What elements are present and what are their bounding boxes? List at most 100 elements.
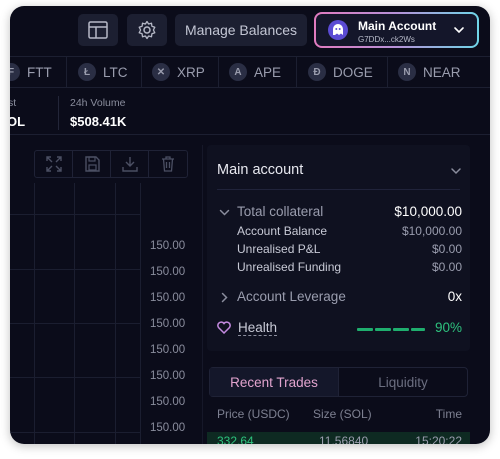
chart-grid-line <box>74 183 75 444</box>
chart-grid-line <box>34 183 35 444</box>
price-axis-label: 150.00 <box>150 266 186 278</box>
download-button[interactable] <box>111 151 150 177</box>
volume-value: $508.41K <box>70 114 127 129</box>
avatar <box>328 20 348 40</box>
ticker-divider <box>66 57 67 87</box>
total-collateral-value: $10,000.00 <box>394 204 462 219</box>
account-leverage-label: Account Leverage <box>237 289 346 304</box>
account-selector-inner: Main Account G7DDx...ck2Ws <box>316 14 477 46</box>
market-stats: st OL 24h Volume $508.41K <box>10 89 490 135</box>
heart-icon <box>217 321 231 334</box>
ticker-ape[interactable]: A APE <box>229 57 281 87</box>
ftt-coin-icon: F <box>10 63 20 81</box>
save-icon <box>84 156 100 172</box>
column-header-time: Time <box>435 407 462 421</box>
price-axis-label: 150.00 <box>150 370 186 382</box>
price-axis-label: 150.00 <box>150 240 186 252</box>
volume-label: 24h Volume <box>70 97 126 109</box>
top-bar: Manage Balances Main Account G7DDx...ck2… <box>10 6 490 54</box>
chart-grid-line <box>10 323 140 324</box>
save-button[interactable] <box>73 151 112 177</box>
price-axis-label: 150.00 <box>150 344 186 356</box>
download-icon <box>121 157 138 172</box>
chevron-down-icon[interactable] <box>450 165 462 177</box>
layout-icon <box>88 21 108 39</box>
ltc-coin-icon: Ł <box>78 63 96 81</box>
health-bar-segment <box>375 328 391 331</box>
account-balance-label: Account Balance <box>237 224 328 238</box>
ticker-ftt[interactable]: F FTT <box>10 57 52 87</box>
ticker-symbol: LTC <box>103 64 128 80</box>
fullscreen-button[interactable] <box>35 151 74 177</box>
xrp-coin-icon: ✕ <box>152 63 170 81</box>
unrealised-funding-label: Unrealised Funding <box>237 260 342 274</box>
ticker-divider <box>387 57 388 87</box>
chevron-right-icon <box>221 292 228 303</box>
price-axis-label: 150.00 <box>150 318 186 330</box>
ticker-xrp[interactable]: ✕ XRP <box>152 57 205 87</box>
account-name: Main Account <box>358 19 437 33</box>
ticker-divider <box>218 57 219 87</box>
trade-size: 11.56840 <box>319 434 369 444</box>
chart-toolbar <box>34 150 188 178</box>
trash-icon <box>162 156 175 172</box>
account-panel: Main account Total collateral $10,000.00… <box>207 145 470 351</box>
column-header-price: Price (USDC) <box>217 407 290 421</box>
ticker-symbol: DOGE <box>333 64 373 80</box>
trade-price: 332.64 <box>217 434 254 444</box>
ape-coin-icon: A <box>229 63 247 81</box>
ticker-doge[interactable]: Ð DOGE <box>308 57 373 87</box>
health-bar-segment <box>411 328 425 331</box>
panel-divider <box>202 145 203 444</box>
unrealised-pnl-label: Unrealised P&L <box>237 242 321 256</box>
health-row: Health 90% <box>207 320 470 338</box>
ticker-divider <box>141 57 142 87</box>
price-axis-label: 150.00 <box>150 422 186 434</box>
chart-grid-line <box>10 214 140 215</box>
ticker-symbol: NEAR <box>423 64 461 80</box>
unrealised-pnl-value: $0.00 <box>431 242 462 256</box>
column-header-size: Size (SOL) <box>313 407 372 421</box>
near-coin-icon: N <box>398 63 416 81</box>
price-axis-label: 150.00 <box>150 396 186 408</box>
total-collateral-label: Total collateral <box>237 204 324 219</box>
account-balance-value: $10,000.00 <box>401 224 462 238</box>
chart-grid-line <box>10 377 140 378</box>
chart-grid-line <box>140 183 141 444</box>
chevron-down-icon <box>219 209 230 216</box>
health-label[interactable]: Health <box>238 320 278 336</box>
ticker-ltc[interactable]: Ł LTC <box>78 57 128 87</box>
account-selector[interactable]: Main Account G7DDx...ck2Ws <box>314 12 479 48</box>
trade-time: 15:20:22 <box>415 434 462 444</box>
ticker-symbol: FTT <box>27 64 52 80</box>
ghost-icon <box>333 24 343 35</box>
delete-button[interactable] <box>149 151 187 177</box>
manage-balances-button[interactable]: Manage Balances <box>175 14 307 46</box>
panel-title: Main account <box>217 162 304 178</box>
trades-panel: Recent Trades Liquidity Price (USDC) Siz… <box>207 367 470 444</box>
ticker-symbol: APE <box>254 64 282 80</box>
chevron-down-icon <box>454 27 464 34</box>
chart-grid-line <box>10 269 140 270</box>
gear-icon <box>138 20 156 40</box>
market-ticker-strip: F FTT Ł LTC ✕ XRP A APE Ð DOGE N NEAR <box>10 56 490 88</box>
stat-value: OL <box>10 114 26 129</box>
ticker-near[interactable]: N NEAR <box>398 57 461 87</box>
health-bar-segment <box>393 328 409 331</box>
panel-divider-line <box>217 189 460 190</box>
price-axis-label: 150.00 <box>150 292 186 304</box>
doge-coin-icon: Ð <box>308 63 326 81</box>
layout-button[interactable] <box>78 14 118 46</box>
stat-label: st <box>10 97 17 109</box>
health-value: 90% <box>434 320 462 335</box>
price-chart[interactable]: 150.00 150.00 150.00 150.00 150.00 150.0… <box>10 145 196 444</box>
expand-icon <box>45 156 62 172</box>
ticker-divider <box>296 57 297 87</box>
app-window: Manage Balances Main Account G7DDx...ck2… <box>10 6 490 444</box>
tab-liquidity[interactable]: Liquidity <box>339 368 467 396</box>
tab-recent-trades[interactable]: Recent Trades <box>210 368 339 396</box>
stat-divider <box>58 96 59 130</box>
settings-button[interactable] <box>127 14 167 46</box>
health-bar-segment <box>357 328 373 331</box>
ticker-symbol: XRP <box>177 64 205 80</box>
